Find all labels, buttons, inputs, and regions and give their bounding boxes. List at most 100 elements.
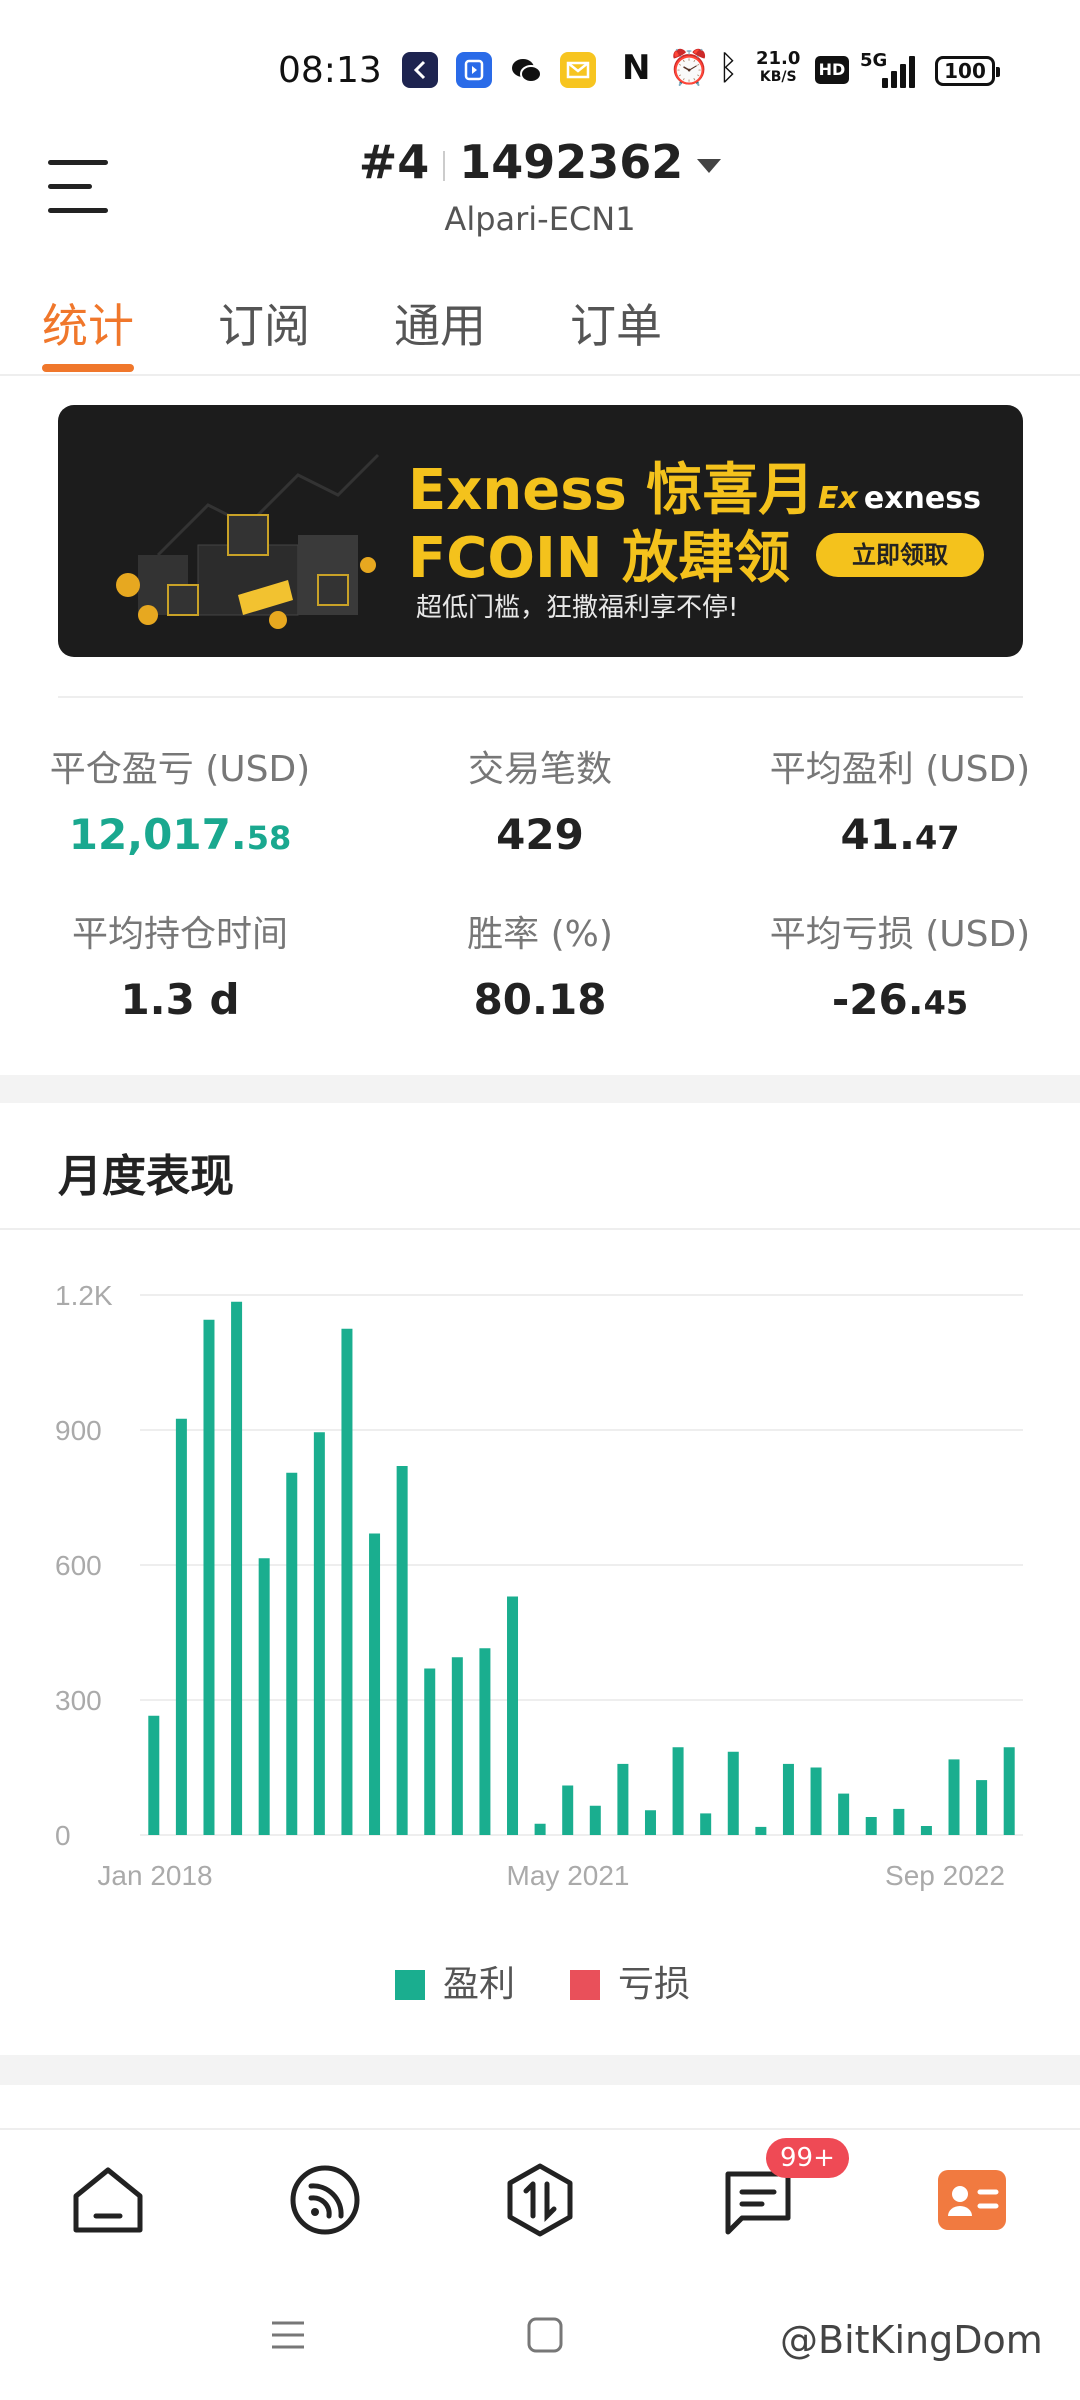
stat-label: 平均亏损 (USD) [769,914,1031,955]
stat-label: 胜率 (%) [467,914,613,955]
status-bar: 08:13 N ⏰ ᛒ 21.0 KB/S HD 5G 100 [0,0,1080,140]
stat-label: 平仓盈亏 (USD) [49,749,311,790]
stat-trades: 交易笔数 429 [375,740,705,859]
stat-value: 1.3 d [120,975,240,1024]
tab-orders[interactable]: 订单 [570,290,662,356]
bar-profit [617,1763,629,1835]
status-time: 08:13 [278,50,382,91]
bar-profit [286,1472,298,1835]
stat-avg-hold-time: 平均持仓时间 1.3 d [15,905,345,1024]
stat-value: -26.45 [831,975,969,1024]
bar-profit [976,1780,988,1835]
bar-profit [727,1751,739,1835]
tab-general[interactable]: 通用 [394,290,486,356]
monthly-performance-title: 月度表现 [58,1151,234,1202]
home-button-icon[interactable] [525,2315,565,2359]
stat-closed-pnl: 平仓盈亏 (USD) 12,017.58 [15,740,345,859]
legend-loss[interactable]: 亏损 [570,1955,690,2007]
bar-profit [838,1793,850,1835]
nav-trade-icon[interactable] [500,2160,580,2240]
bar-profit [313,1432,325,1835]
bar-profit [755,1826,767,1835]
bar-profit [369,1533,381,1835]
hd-badge: HD [815,56,849,84]
bottom-nav [0,2128,1080,2278]
bar-profit [479,1648,491,1835]
x-tick-label: May 2021 [507,1860,630,1891]
stat-value: 80.18 [473,975,607,1024]
bluetooth-icon: ᛒ [718,48,739,88]
bar-profit [893,1808,905,1835]
bar-profit [451,1657,463,1835]
nav-feed-icon[interactable] [285,2160,365,2240]
unread-badge: 99+ [766,2138,849,2178]
tab-bar: 统计 订阅 通用 订单 [0,280,1080,376]
y-tick-label: 0 [55,1820,71,1851]
banner-subtitle: 超低门槛，狂撒福利享不停! [416,593,739,623]
bar-profit [672,1747,684,1835]
stat-label: 交易笔数 [467,749,612,790]
caret-down-icon [697,158,722,173]
bar-profit [258,1558,270,1835]
signal-icon [880,54,920,88]
bar-profit [534,1823,546,1835]
watermark: @BitKingDom [780,2318,1043,2362]
y-tick-label: 300 [55,1685,102,1716]
stat-value: 12,017.58 [68,810,292,859]
y-tick-label: 600 [55,1550,102,1581]
alarm-icon: ⏰ [668,48,711,88]
legend-profit[interactable]: 盈利 [395,1955,515,2007]
account-server: Alpari-ECN1 [444,200,636,238]
y-tick-label: 900 [55,1415,102,1446]
y-tick-label: 1.2K [55,1280,113,1311]
stat-value: 41.47 [840,810,960,859]
section-separator [0,2055,1080,2085]
promo-banner[interactable]: Exness 惊喜月 FCOIN 放肆领 超低门槛，狂撒福利享不停! Ex exn… [58,405,1023,657]
exness-wordmark: exness [863,481,981,516]
stat-label: 平均持仓时间 [71,914,288,955]
bar-profit [1003,1747,1015,1835]
mail-icon [560,52,596,88]
section-separator [0,1075,1080,1103]
bar-profit [589,1805,601,1835]
tab-stats[interactable]: 统计 [42,290,134,356]
bar-profit [175,1418,187,1835]
legend-label: 亏损 [618,1964,691,2005]
stat-win-rate: 胜率 (%) 80.18 [375,905,705,1024]
gift-bags-illustration [116,453,380,629]
bar-profit [507,1596,519,1835]
legend-label: 盈利 [443,1964,516,2005]
net-speed: 21.0 KB/S [756,48,801,86]
divider [0,1228,1080,1230]
exness-logo: Ex exness [818,481,981,516]
x-tick-label: Sep 2022 [885,1860,1005,1891]
nav-profile-icon[interactable] [932,2160,1012,2240]
banner-headline-2: FCOIN 放肆领 [408,526,791,591]
nav-home-icon[interactable] [68,2160,148,2240]
claim-now-button[interactable]: 立即领取 [816,533,984,577]
legend-swatch-profit [395,1970,425,2000]
battery-icon: 100 [935,56,1000,86]
stat-label: 平均盈利 (USD) [769,749,1031,790]
bar-profit [396,1466,408,1835]
bar-profit [231,1301,243,1835]
title-separator [443,150,446,181]
legend-swatch-loss [570,1970,600,2000]
app-notification-icon [456,52,492,88]
bar-profit [203,1319,215,1835]
bar-profit [700,1813,712,1835]
recent-apps-icon[interactable] [268,2315,308,2359]
bar-profit [424,1668,436,1835]
stat-value: 429 [496,810,584,859]
divider [58,696,1023,698]
wechat-icon [508,52,544,88]
bar-profit [865,1817,877,1835]
nfc-icon: N [622,48,651,88]
account-selector[interactable]: #4 1492362 [0,135,1080,189]
bar-profit [782,1763,794,1835]
bar-profit [562,1785,574,1835]
bar-profit [948,1759,960,1835]
account-number: 1492362 [459,135,684,189]
x-tick-label: Jan 2018 [97,1860,212,1891]
tab-subscribe[interactable]: 订阅 [218,290,310,356]
